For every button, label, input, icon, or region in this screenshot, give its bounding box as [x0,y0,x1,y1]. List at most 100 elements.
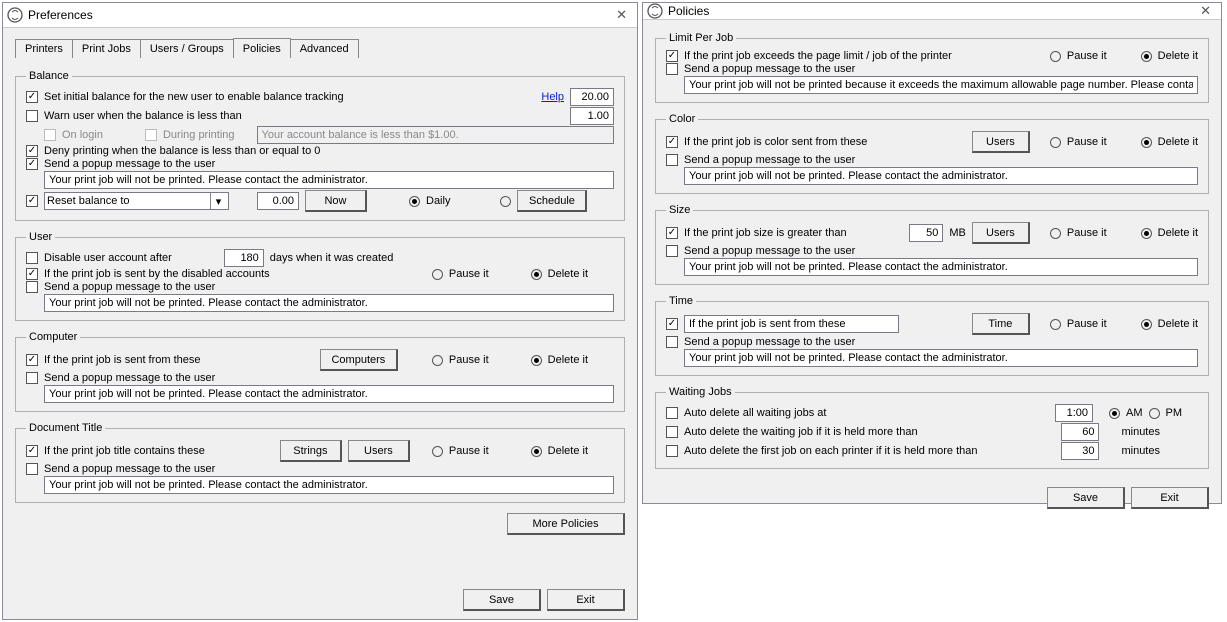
cb-size-popup[interactable] [666,245,678,257]
input-color-popup-msg[interactable] [684,167,1198,185]
cb-deny-printing[interactable] [26,145,38,157]
select-reset-balance[interactable]: Reset balance to ▾ [44,192,229,210]
cb-autodel-held[interactable] [666,426,678,438]
input-autodel-time[interactable] [1055,404,1093,422]
input-disable-days[interactable] [224,249,264,267]
tab-print-jobs[interactable]: Print Jobs [72,39,141,58]
button-schedule[interactable]: Schedule [517,190,587,212]
radio-schedule[interactable] [500,196,511,207]
cb-disable-user[interactable] [26,252,38,264]
input-held-val[interactable] [1061,423,1099,441]
help-link[interactable]: Help [541,91,564,103]
preferences-titlebar: Preferences ✕ [3,3,637,28]
input-computer-popup-msg[interactable] [44,385,614,403]
button-strings[interactable]: Strings [280,440,342,462]
label-computer-delete: Delete it [548,354,588,366]
cb-doc-popup[interactable] [26,463,38,475]
radio-user-pause[interactable] [432,269,443,280]
radio-size-delete[interactable] [1141,228,1152,239]
cb-size-cond[interactable] [666,227,678,239]
radio-limit-delete[interactable] [1141,51,1152,62]
cb-doc-cond[interactable] [26,445,38,457]
radio-color-delete[interactable] [1141,137,1152,148]
cb-computer-popup[interactable] [26,372,38,384]
tab-printers[interactable]: Printers [15,39,73,58]
label-during-printing: During printing [163,129,235,141]
label-doc-popup: Send a popup message to the user [44,463,215,475]
input-first-val[interactable] [1061,442,1099,460]
radio-size-pause[interactable] [1050,228,1061,239]
input-user-popup-msg[interactable] [44,294,614,312]
button-size-users[interactable]: Users [972,222,1030,244]
button-color-users[interactable]: Users [972,131,1030,153]
cb-color-popup[interactable] [666,154,678,166]
button-computers[interactable]: Computers [320,349,398,371]
label-pm: PM [1166,407,1183,419]
button-users-doc[interactable]: Users [348,440,410,462]
button-prefs-exit[interactable]: Exit [547,589,625,611]
label-doc-delete: Delete it [548,445,588,457]
cb-time-cond[interactable] [666,318,678,330]
radio-daily[interactable] [409,196,420,207]
radio-computer-delete[interactable] [531,355,542,366]
cb-balance-popup[interactable] [26,158,38,170]
label-limit-delete: Delete it [1158,50,1198,62]
input-reset-value[interactable] [257,192,299,210]
button-prefs-save[interactable]: Save [463,589,541,611]
computer-group: Computer If the print job is sent from t… [15,331,625,412]
input-size-val[interactable] [909,224,943,242]
input-limit-popup-msg[interactable] [684,76,1198,94]
cb-limit-popup[interactable] [666,63,678,75]
cb-computer-cond[interactable] [26,354,38,366]
button-more-policies[interactable]: More Policies [507,513,625,535]
radio-pm[interactable] [1149,408,1160,419]
tab-users-groups[interactable]: Users / Groups [140,39,234,58]
radio-color-pause[interactable] [1050,137,1061,148]
cb-on-login[interactable] [44,129,56,141]
cb-limit-cond[interactable] [666,50,678,62]
close-icon[interactable]: ✕ [1196,3,1215,19]
button-time[interactable]: Time [972,313,1030,335]
cb-autodel-at[interactable] [666,407,678,419]
radio-doc-pause[interactable] [432,446,443,457]
user-legend: User [26,231,55,243]
close-icon[interactable]: ✕ [612,7,631,23]
button-pol-exit[interactable]: Exit [1131,487,1209,509]
balance-group: Balance Set initial balance for the new … [15,70,625,221]
input-balance-popup-msg[interactable] [44,171,614,189]
input-init-balance[interactable] [570,88,614,106]
radio-time-delete[interactable] [1141,319,1152,330]
button-now[interactable]: Now [305,190,367,212]
radio-time-pause[interactable] [1050,319,1061,330]
cb-autodel-first[interactable] [666,445,678,457]
cb-set-init-balance[interactable] [26,91,38,103]
tab-advanced[interactable]: Advanced [290,39,359,58]
policies-window: Policies ✕ Limit Per Job If the print jo… [642,2,1222,504]
label-time-pause: Pause it [1067,318,1107,330]
input-time-cond[interactable] [684,315,899,333]
radio-user-delete[interactable] [531,269,542,280]
tab-policies[interactable]: Policies [233,38,291,58]
cb-reset-balance[interactable] [26,195,38,207]
cb-time-popup[interactable] [666,336,678,348]
cb-warn-balance[interactable] [26,110,38,122]
preferences-window: Preferences ✕ Printers Print Jobs Users … [2,2,638,620]
radio-am[interactable] [1109,408,1120,419]
label-color-popup: Send a popup message to the user [684,154,855,166]
size-group: Size If the print job size is greater th… [655,204,1209,285]
radio-computer-pause[interactable] [432,355,443,366]
input-doc-popup-msg[interactable] [44,476,614,494]
cb-user-disabled-accounts[interactable] [26,268,38,280]
radio-limit-pause[interactable] [1050,51,1061,62]
waiting-group: Waiting Jobs Auto delete all waiting job… [655,386,1209,469]
input-time-popup-msg[interactable] [684,349,1198,367]
label-balance-popup: Send a popup message to the user [44,158,215,170]
input-size-popup-msg[interactable] [684,258,1198,276]
cb-during-printing[interactable] [145,129,157,141]
input-warn-value[interactable] [570,107,614,125]
cb-user-popup[interactable] [26,281,38,293]
radio-doc-delete[interactable] [531,446,542,457]
policies-titlebar: Policies ✕ [643,3,1221,20]
button-pol-save[interactable]: Save [1047,487,1125,509]
cb-color-cond[interactable] [666,136,678,148]
